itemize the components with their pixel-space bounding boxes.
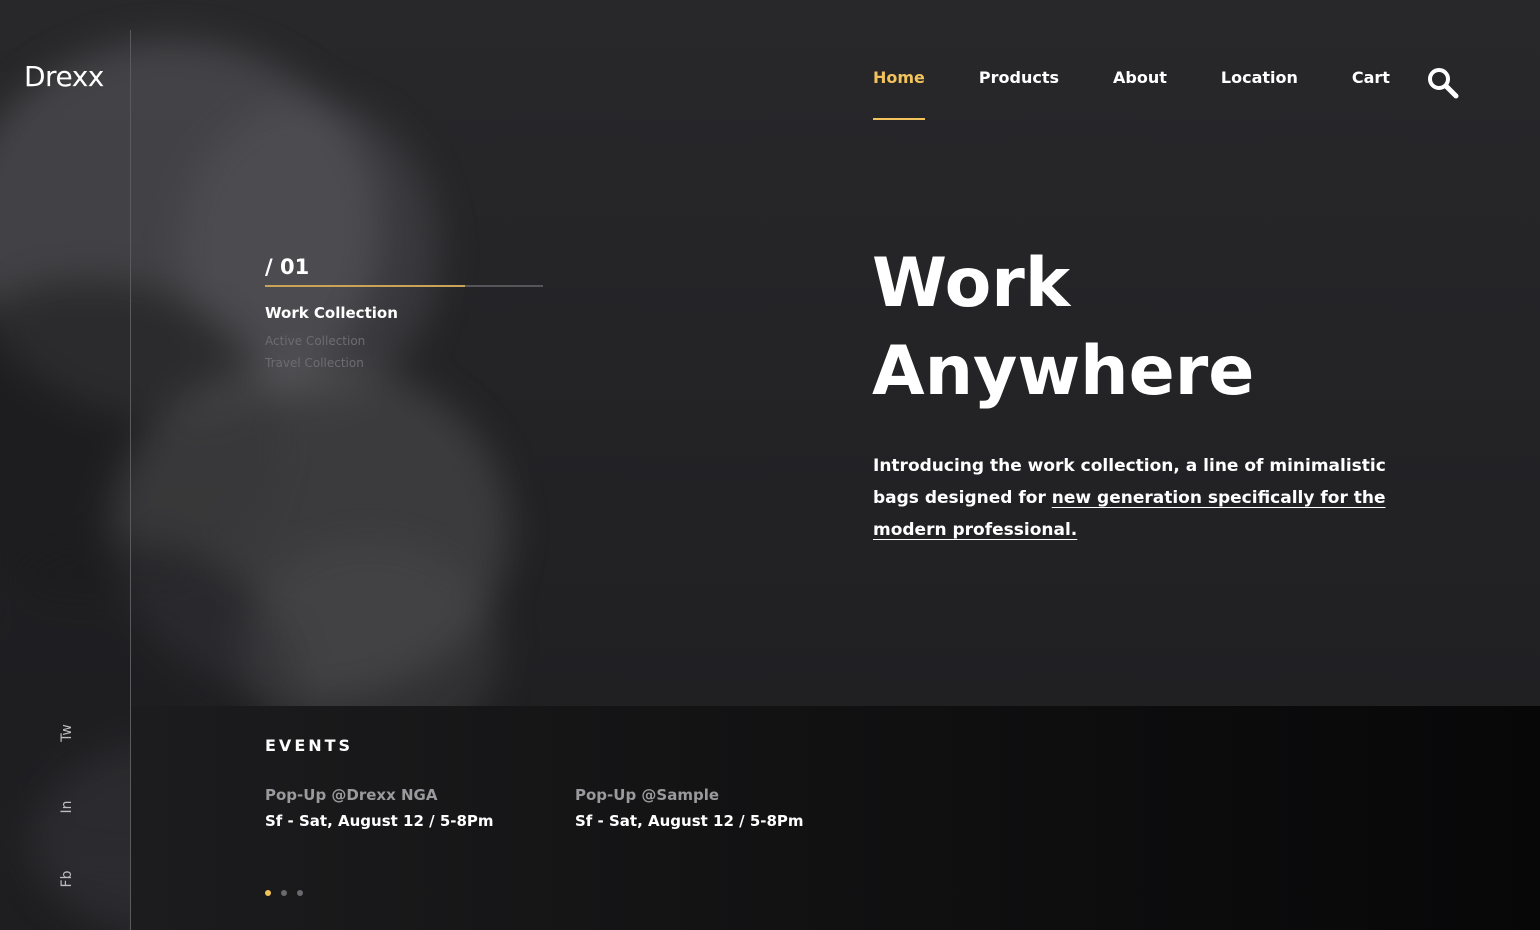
search-button[interactable] (1426, 66, 1460, 100)
pagination-dot[interactable] (265, 890, 271, 896)
nav-location[interactable]: Location (1221, 68, 1298, 87)
collection-current[interactable]: Work Collection (265, 304, 398, 322)
nav-cart[interactable]: Cart (1352, 68, 1390, 87)
social-link-facebook[interactable]: Fb (59, 868, 75, 890)
collection-item[interactable]: Active Collection (265, 334, 398, 348)
event-date: Sf - Sat, August 12 / 5-8Pm (265, 812, 494, 830)
event-name: Pop-Up @Drexx NGA (265, 786, 438, 804)
search-icon (1428, 68, 1459, 99)
social-link-twitter[interactable]: Tw (59, 722, 75, 744)
pagination-dot[interactable] (281, 890, 287, 896)
event-date: Sf - Sat, August 12 / 5-8Pm (575, 812, 804, 830)
main-nav: Home Products About Location Cart (873, 68, 1444, 120)
nav-products[interactable]: Products (979, 68, 1059, 87)
events-pagination (265, 890, 313, 896)
page: Drexx Home Products About Location Cart … (0, 0, 1540, 930)
slide-index: / 01 (265, 255, 310, 279)
nav-home[interactable]: Home (873, 68, 925, 120)
hero-title-line: Anywhere (872, 332, 1255, 411)
slide-progress-track (265, 285, 543, 287)
hero-title-line: Work (872, 244, 1071, 323)
social-link-linkedin[interactable]: In (59, 796, 75, 818)
pagination-dot[interactable] (297, 890, 303, 896)
logo[interactable]: Drexx (24, 60, 104, 93)
events-panel: EVENTS Pop-Up @Drexx NGA Sf - Sat, Augus… (131, 706, 1540, 930)
collection-list: Work Collection Active Collection Travel… (265, 304, 398, 378)
event-name: Pop-Up @Sample (575, 786, 720, 804)
event-item[interactable]: Pop-Up @Sample Sf - Sat, August 12 / 5-8… (575, 786, 804, 830)
hero-title: Work Anywhere (872, 240, 1254, 416)
slide-progress-fill (265, 285, 466, 287)
hero-description: Introducing the work collection, a line … (873, 450, 1433, 546)
events-title: EVENTS (265, 736, 354, 755)
event-item[interactable]: Pop-Up @Drexx NGA Sf - Sat, August 12 / … (265, 786, 494, 830)
collection-item[interactable]: Travel Collection (265, 356, 398, 370)
nav-about[interactable]: About (1113, 68, 1167, 87)
